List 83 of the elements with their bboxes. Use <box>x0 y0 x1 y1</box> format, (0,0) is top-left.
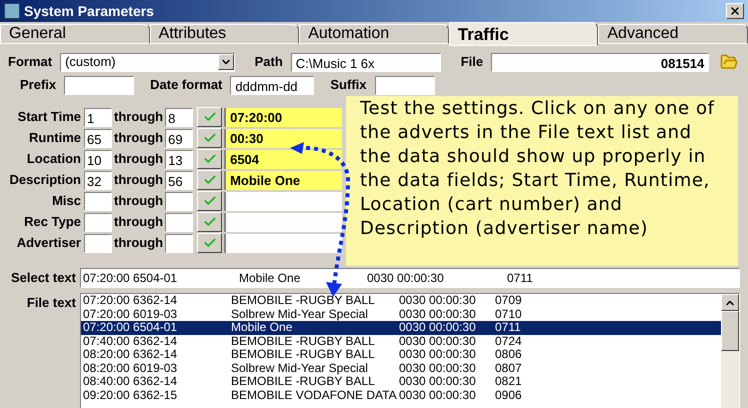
window-title: System Parameters <box>24 2 154 21</box>
format-label: Format <box>8 53 52 72</box>
through-label: through <box>113 192 164 210</box>
check-button[interactable] <box>197 212 222 232</box>
prefix-field[interactable] <box>64 76 134 94</box>
file-text-label: File text <box>26 294 77 312</box>
tab[interactable]: Advanced <box>598 24 748 44</box>
check-button[interactable] <box>197 107 222 127</box>
path-label: Path <box>254 53 283 72</box>
field-label: Runtime <box>28 129 82 148</box>
to-field[interactable]: 56 <box>165 170 194 190</box>
from-field[interactable] <box>84 212 112 232</box>
through-label: through <box>113 108 164 126</box>
list-row[interactable]: 08:40:00 6362-14 BEMOBILE -RUGBY BALL 0030 00:00:30 0821 <box>81 375 721 388</box>
data-field[interactable] <box>224 234 342 252</box>
check-icon <box>202 173 217 187</box>
list-row[interactable]: 07:20:00 6504-01 Mobile One 0030 00:00:30 0711 <box>81 321 721 334</box>
file-field[interactable]: 081514 <box>491 52 710 72</box>
check-button[interactable] <box>197 233 222 253</box>
field-label: Misc <box>51 192 82 210</box>
suffix-field[interactable] <box>374 76 435 94</box>
to-field[interactable] <box>165 234 194 252</box>
tab[interactable]: General <box>0 24 150 44</box>
list-row[interactable]: 07:20:00 6019-03 Solbrew Mid-Year Special 0030 00:00:30 0710 <box>81 308 721 321</box>
data-field[interactable]: 00:30 <box>224 128 342 148</box>
field-label: Location <box>26 150 82 168</box>
list-row[interactable]: 07:20:00 6362-14 BEMOBILE -RUGBY BALL 0030 00:00:30 0709 <box>81 294 721 308</box>
check-button[interactable] <box>197 170 222 190</box>
check-icon <box>202 131 217 145</box>
tab[interactable]: Attributes <box>150 24 300 44</box>
through-label: through <box>113 171 164 190</box>
close-icon <box>729 5 741 17</box>
from-field[interactable]: 1 <box>84 108 112 126</box>
file-label: File <box>460 53 484 72</box>
close-button[interactable] <box>726 3 744 19</box>
from-field[interactable]: 10 <box>84 150 112 168</box>
list-row[interactable]: 09:20:00 6362-15 BEMOBILE VODAFONE DATA 0030 00:00:30 0906 <box>81 388 721 402</box>
suffix-label: Suffix <box>330 76 367 94</box>
scrollbar[interactable] <box>721 294 739 408</box>
data-field[interactable]: 07:20:00 <box>224 108 342 126</box>
through-label: through <box>113 150 164 168</box>
data-field[interactable] <box>224 192 342 210</box>
from-field[interactable]: 32 <box>84 170 112 190</box>
data-field[interactable]: 6504 <box>224 150 342 168</box>
check-icon <box>202 194 217 208</box>
list-row[interactable]: 08:20:00 6019-03 Solbrew Mid-Year Special 0030 00:00:30 0807 <box>81 362 721 375</box>
list-row[interactable]: 08:20:00 6362-14 BEMOBILE -RUGBY BALL 0030 00:00:30 0806 <box>81 348 721 362</box>
to-field[interactable] <box>165 192 194 210</box>
date-format-label: Date format <box>150 76 222 94</box>
data-field[interactable]: Mobile One <box>224 170 342 190</box>
check-button[interactable] <box>197 149 222 169</box>
list-row[interactable]: 07:40:00 6362-14 BEMOBILE -RUGBY BALL 0030 00:00:30 0724 <box>81 334 721 348</box>
from-field[interactable] <box>84 192 112 210</box>
from-field[interactable]: 65 <box>84 128 112 148</box>
to-field[interactable]: 69 <box>165 128 194 148</box>
from-field[interactable] <box>84 234 112 252</box>
field-label: Description <box>8 171 82 190</box>
field-label: Start Time <box>16 108 82 126</box>
check-icon <box>202 236 217 250</box>
path-field[interactable]: C:\Music 1 6x <box>290 52 441 72</box>
check-icon <box>202 215 217 229</box>
check-button[interactable] <box>197 128 222 148</box>
select-text-label: Select text <box>10 269 77 288</box>
to-field[interactable] <box>165 212 194 232</box>
tab[interactable]: Traffic <box>448 22 598 46</box>
app-icon <box>4 3 20 19</box>
prefix-label: Prefix <box>20 76 56 94</box>
format-dropdown[interactable]: (custom) <box>60 52 235 72</box>
through-label: through <box>113 234 164 252</box>
data-field[interactable] <box>224 212 342 232</box>
through-label: through <box>113 129 164 148</box>
to-field[interactable]: 13 <box>165 150 194 168</box>
field-label: Rec Type <box>23 213 82 232</box>
through-label: through <box>113 213 164 232</box>
check-icon <box>202 110 217 124</box>
field-label: Advertiser <box>16 234 82 252</box>
check-button[interactable] <box>197 191 222 211</box>
to-field[interactable]: 8 <box>165 108 194 126</box>
check-icon <box>202 152 217 166</box>
note-tooltip: Test the settings. Click on any one of the adverts in the File text list and the data should show up properly in the data fields; Start Time, Runtime, Location (cart number) and Description (advertiser name) <box>346 96 738 266</box>
select-text-field[interactable]: 07:20:00 6504-01 Mobile One 0030 00:00:30 0711 <box>80 268 740 288</box>
date-format-field[interactable]: dddmm-dd <box>230 76 314 94</box>
tab[interactable]: Automation <box>299 24 449 44</box>
